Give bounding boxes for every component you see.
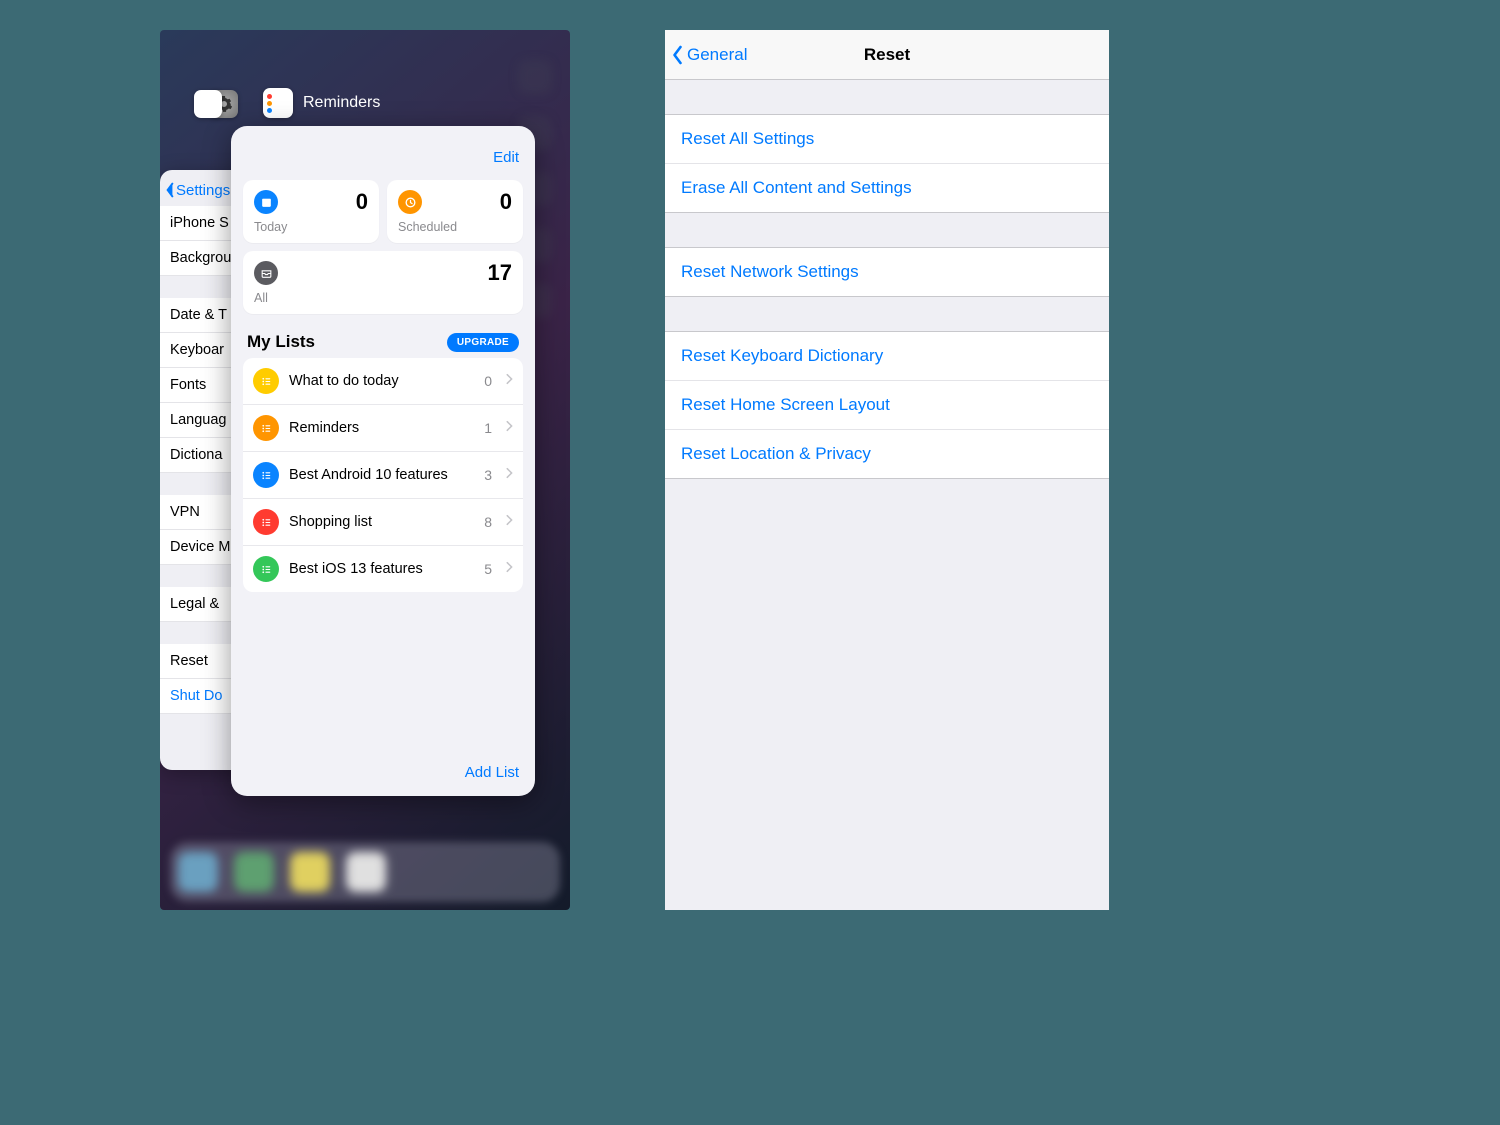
reset-option[interactable]: Reset Location & Privacy xyxy=(665,430,1109,478)
list-icon xyxy=(253,368,279,394)
smartlist-today[interactable]: 0 Today xyxy=(243,180,379,243)
mylists-heading: My Lists xyxy=(247,332,315,352)
list-name: Reminders xyxy=(289,420,474,436)
list-name: Shopping list xyxy=(289,514,474,530)
chevron-right-icon xyxy=(505,466,513,484)
switcher-header-reminders: Reminders xyxy=(263,88,380,118)
reset-option[interactable]: Reset Home Screen Layout xyxy=(665,381,1109,430)
scheduled-label: Scheduled xyxy=(398,220,512,234)
page-title: Reset xyxy=(864,45,910,65)
chevron-left-icon xyxy=(671,45,684,65)
today-label: Today xyxy=(254,220,368,234)
list-count: 3 xyxy=(484,467,492,483)
chevron-right-icon xyxy=(505,419,513,437)
settings-reset-screen: General Reset Reset All SettingsErase Al… xyxy=(665,30,1109,910)
reset-option[interactable]: Reset Keyboard Dictionary xyxy=(665,332,1109,381)
photos-appicon xyxy=(194,90,222,118)
reminders-navbar: Edit xyxy=(231,126,535,172)
switcher-card-reminders[interactable]: Edit 0 Today 0 Scheduled xyxy=(231,126,535,796)
list-row[interactable]: What to do today 0 xyxy=(243,358,523,405)
list-count: 8 xyxy=(484,514,492,530)
list-icon xyxy=(253,415,279,441)
inbox-icon xyxy=(254,261,278,285)
today-count: 0 xyxy=(356,189,368,215)
reset-group-3: Reset Keyboard DictionaryReset Home Scre… xyxy=(665,331,1109,479)
chevron-right-icon xyxy=(505,372,513,390)
chevron-left-icon xyxy=(164,182,176,198)
list-count: 1 xyxy=(484,420,492,436)
mylists-container: What to do today 0 Reminders 1 Best Android … xyxy=(243,358,523,592)
calendar-icon xyxy=(254,190,278,214)
list-row[interactable]: Best iOS 13 features 5 xyxy=(243,546,523,592)
list-row[interactable]: Reminders 1 xyxy=(243,405,523,452)
reset-option[interactable]: Reset All Settings xyxy=(665,115,1109,164)
dock-blur xyxy=(170,842,560,902)
back-button[interactable]: General xyxy=(671,45,747,65)
list-row[interactable]: Best Android 10 features 3 xyxy=(243,452,523,499)
chevron-right-icon xyxy=(505,513,513,531)
all-count: 17 xyxy=(488,260,512,286)
reset-group-1: Reset All SettingsErase All Content and … xyxy=(665,114,1109,213)
list-name: Best Android 10 features xyxy=(289,467,474,483)
list-name: What to do today xyxy=(289,373,474,389)
list-icon xyxy=(253,556,279,582)
reminders-appicon xyxy=(263,88,293,118)
scheduled-count: 0 xyxy=(500,189,512,215)
smartlist-all[interactable]: 17 All xyxy=(243,251,523,314)
reset-option[interactable]: Reset Network Settings xyxy=(665,248,1109,296)
smartlist-scheduled[interactable]: 0 Scheduled xyxy=(387,180,523,243)
list-icon xyxy=(253,509,279,535)
clock-icon xyxy=(398,190,422,214)
app-switcher-screen: Settings iPhone SBackgrou Date & TKeyboa… xyxy=(160,30,570,910)
switcher-appicon-stack xyxy=(194,90,238,118)
all-label: All xyxy=(254,291,512,305)
upgrade-button[interactable]: UPGRADE xyxy=(447,333,519,352)
reset-option[interactable]: Erase All Content and Settings xyxy=(665,164,1109,212)
list-count: 0 xyxy=(484,373,492,389)
list-icon xyxy=(253,462,279,488)
list-row[interactable]: Shopping list 8 xyxy=(243,499,523,546)
reset-navbar: General Reset xyxy=(665,30,1109,80)
add-list-button[interactable]: Add List xyxy=(465,764,519,781)
switcher-app-title: Reminders xyxy=(303,94,380,112)
list-count: 5 xyxy=(484,561,492,577)
list-name: Best iOS 13 features xyxy=(289,561,474,577)
chevron-right-icon xyxy=(505,560,513,578)
edit-button[interactable]: Edit xyxy=(493,149,519,166)
back-label: General xyxy=(687,45,747,65)
settings-back-label: Settings xyxy=(176,182,230,199)
reset-group-2: Reset Network Settings xyxy=(665,247,1109,297)
